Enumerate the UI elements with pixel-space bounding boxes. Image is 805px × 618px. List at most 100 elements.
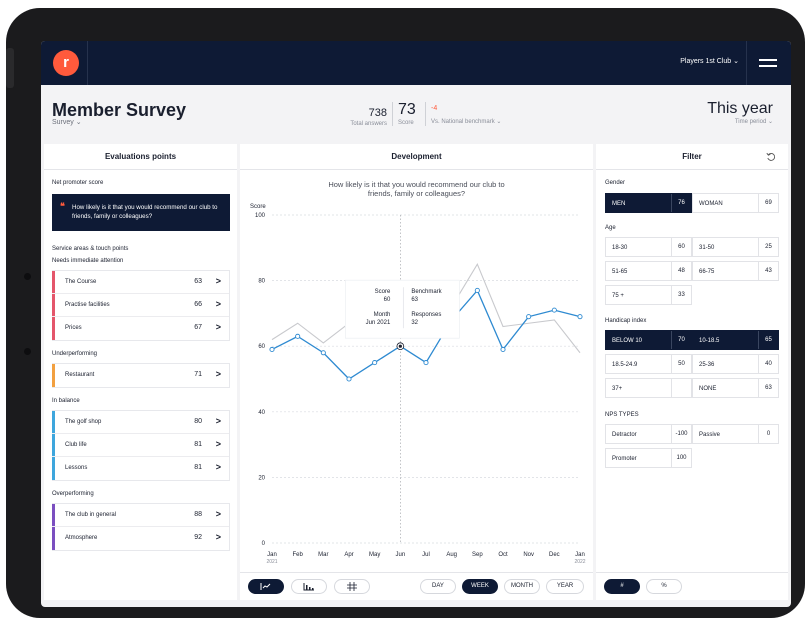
filter-chip[interactable]: Detractor -100 xyxy=(605,424,692,444)
score-label: Score xyxy=(398,120,414,126)
unit-percent-button[interactable]: % xyxy=(646,579,682,594)
item-name: The golf shop xyxy=(65,419,102,425)
scatter-chart-button[interactable] xyxy=(334,579,370,594)
filter-group-label: Handicap index xyxy=(605,318,647,324)
chevron-right-icon[interactable]: > xyxy=(216,462,221,472)
list-item[interactable]: Lessons 81 > xyxy=(52,457,229,480)
nps-question-card[interactable]: ❝ How likely is it that you would recomm… xyxy=(52,194,230,231)
hamburger-menu-icon[interactable] xyxy=(759,58,777,68)
reset-icon[interactable] xyxy=(766,152,776,162)
line-chart-button[interactable] xyxy=(248,579,284,594)
list-item[interactable]: Atmosphere 92 > xyxy=(52,527,229,550)
chevron-right-icon[interactable]: > xyxy=(216,532,221,542)
filter-chip[interactable]: NONE 63 xyxy=(692,378,779,398)
benchmark-select[interactable]: Vs. National benchmark ⌄ xyxy=(431,118,501,125)
panel-title: Development xyxy=(240,144,593,170)
list-item[interactable]: Prices 67 > xyxy=(52,317,229,340)
group-label: In balance xyxy=(52,398,80,404)
list-item[interactable]: The golf shop 80 > xyxy=(52,411,229,434)
data-point xyxy=(423,360,429,366)
filter-chip[interactable]: 10-18.5 65 xyxy=(692,330,779,350)
filter-chip-count: 76 xyxy=(671,194,691,212)
item-name: Atmosphere xyxy=(65,535,98,541)
filter-chip-count: 69 xyxy=(758,194,778,212)
x-tick-label: Oct xyxy=(498,552,508,558)
tooltip-month-label: Month xyxy=(374,312,391,318)
filter-chip[interactable]: Promoter 100 xyxy=(605,448,692,468)
filter-chip[interactable]: 25-36 40 xyxy=(692,354,779,374)
evaluations-panel: Evaluations points Net promoter score ❝ … xyxy=(44,144,237,600)
y-tick-label: 100 xyxy=(255,213,266,219)
filter-chip-label: WOMAN xyxy=(699,201,723,207)
panel-title: Evaluations points xyxy=(44,144,237,170)
granularity-week[interactable]: WEEK xyxy=(462,579,498,594)
list-item[interactable]: Practise facilities 66 > xyxy=(52,294,229,317)
chevron-right-icon[interactable]: > xyxy=(216,299,221,309)
development-line-chart[interactable]: Score020406080100Jan2021Feb Mar Apr May Jun J… xyxy=(240,199,593,569)
chevron-right-icon[interactable]: > xyxy=(216,369,221,379)
filter-chip[interactable]: WOMAN 69 xyxy=(692,193,779,213)
granularity-year[interactable]: YEAR xyxy=(546,579,584,594)
x-tick-label: Jul xyxy=(422,552,430,558)
nps-label: Net promoter score xyxy=(52,180,104,186)
list-item[interactable]: The Course 63 > xyxy=(52,271,229,294)
filter-chip-label: 37+ xyxy=(612,386,623,392)
filter-chip-count: -100 xyxy=(671,425,691,443)
x-tick-label: Apr xyxy=(344,552,353,558)
filter-chip[interactable]: MEN 76 xyxy=(605,193,692,213)
list-item[interactable]: Restaurant 71 > xyxy=(52,364,229,387)
x-tick-label: Mar xyxy=(318,552,328,558)
filter-chip-label: 10-18.5 xyxy=(699,338,720,344)
granularity-month[interactable]: MONTH xyxy=(504,579,540,594)
chevron-right-icon[interactable]: > xyxy=(216,509,221,519)
filter-chip-count: 40 xyxy=(758,355,778,373)
active-data-point-center xyxy=(398,344,402,348)
chevron-right-icon[interactable]: > xyxy=(216,416,221,426)
filter-chip[interactable]: 51-65 48 xyxy=(605,261,692,281)
y-axis-label: Score xyxy=(250,204,266,210)
filter-chip[interactable]: Passive 0 xyxy=(692,424,779,444)
filter-chip[interactable]: 75 + 33 xyxy=(605,285,692,305)
chevron-right-icon[interactable]: > xyxy=(216,439,221,449)
benchmark-delta: -4 xyxy=(431,105,438,112)
filter-chip[interactable]: 18-30 60 xyxy=(605,237,692,257)
item-score: 71 xyxy=(194,371,202,378)
x-tick-label: Jan xyxy=(575,552,585,558)
data-point xyxy=(295,333,301,339)
unit-count-button[interactable]: # xyxy=(604,579,640,594)
survey-select[interactable]: Survey ⌄ xyxy=(52,118,82,126)
filter-chip[interactable]: 31-50 25 xyxy=(692,237,779,257)
filter-chip[interactable]: BELOW 10 70 xyxy=(605,330,692,350)
data-point xyxy=(372,360,378,366)
list-item[interactable]: The club in general 88 > xyxy=(52,504,229,527)
tooltip-benchmark-label: Benchmark xyxy=(411,289,442,295)
filter-chip-label: 51-65 xyxy=(612,269,628,275)
list-item[interactable]: Club life 81 > xyxy=(52,434,229,457)
filter-chip[interactable]: 37+ xyxy=(605,378,692,398)
filter-chip-count xyxy=(671,379,691,397)
item-score: 63 xyxy=(194,278,202,285)
club-select[interactable]: Players 1st Club ⌄ xyxy=(680,57,739,65)
app-logo[interactable]: r xyxy=(53,50,79,76)
benchmark-kpi[interactable]: -4 Vs. National benchmark ⌄ xyxy=(431,105,501,125)
group-color-bar xyxy=(52,527,55,550)
filter-chip-label: 18.5-24.9 xyxy=(612,362,638,368)
chevron-right-icon[interactable]: > xyxy=(216,276,221,286)
time-period-select[interactable]: Time period ⌄ xyxy=(735,118,773,125)
score-value: 73 xyxy=(398,101,416,118)
chevron-right-icon[interactable]: > xyxy=(216,322,221,332)
time-period-value[interactable]: This year xyxy=(707,100,773,118)
y-tick-label: 40 xyxy=(258,410,265,416)
item-name: Restaurant xyxy=(65,372,95,378)
granularity-day[interactable]: DAY xyxy=(420,579,456,594)
group-label: Underperforming xyxy=(52,351,98,357)
x-tick-label: May xyxy=(369,552,380,558)
filter-chip[interactable]: 66-75 43 xyxy=(692,261,779,281)
bar-chart-button[interactable] xyxy=(291,579,327,594)
filter-panel: Filter Gender MEN 76 WOMAN 69 Age 18-30 60 31-50… xyxy=(596,144,788,600)
tooltip-score-value: 60 xyxy=(384,297,391,303)
unit-toolbar: # % xyxy=(596,572,788,600)
chart-question: How likely is it that you would recommen… xyxy=(240,180,593,198)
filter-chip[interactable]: 18.5-24.9 50 xyxy=(605,354,692,374)
x-tick-label: Sep xyxy=(472,552,483,558)
